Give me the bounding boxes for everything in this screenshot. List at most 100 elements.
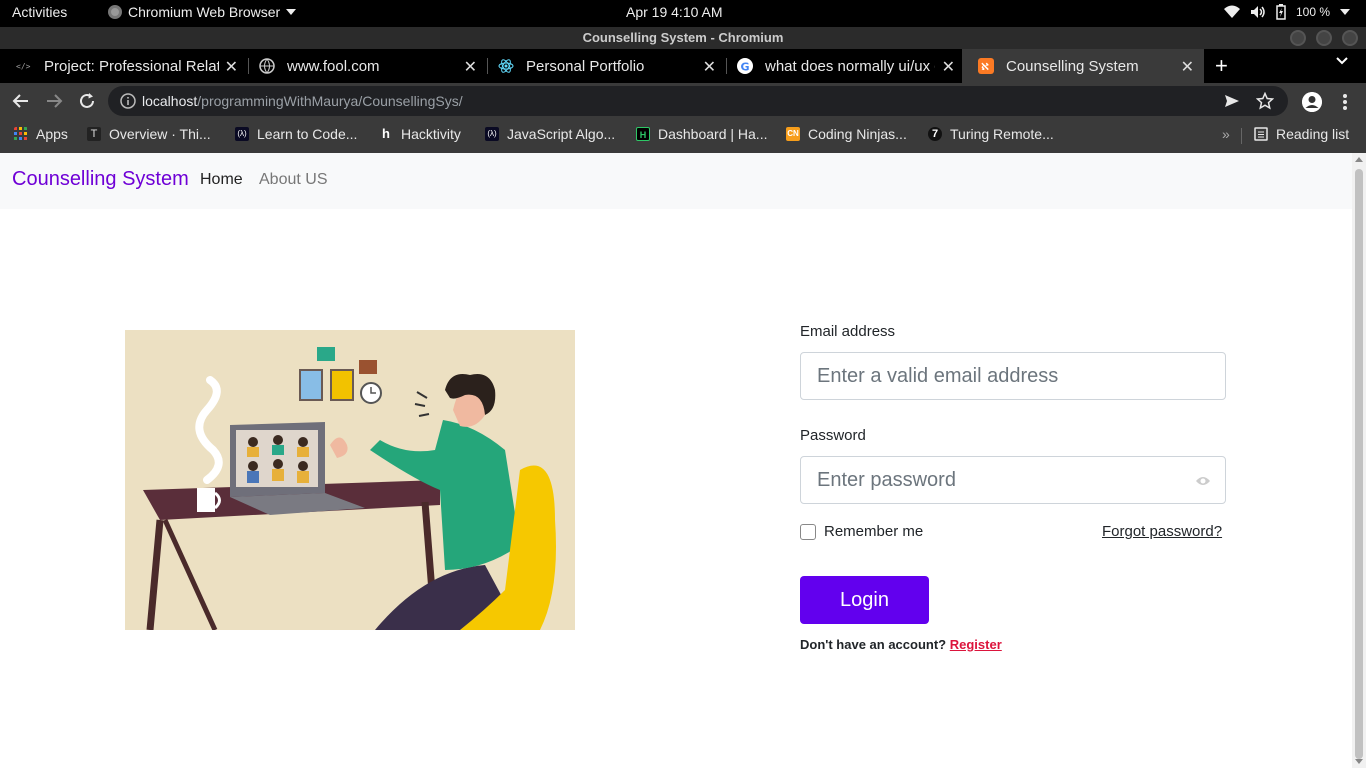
caret-down-icon [286,9,297,15]
close-window-button[interactable] [1342,30,1358,46]
svg-text:G: G [741,61,750,74]
reading-list-icon [1254,127,1268,141]
tab-fool[interactable]: www.fool.com ✕ [243,49,488,83]
bookmark-label: Dashboard | Ha... [658,126,768,142]
t-logo-icon: T [87,127,101,141]
bookmark-learn-to-code[interactable]: (λ) Learn to Code... [235,126,357,142]
xampp-icon: ℵ [978,58,994,74]
scroll-down-arrow-icon[interactable] [1355,759,1363,764]
reading-list-button[interactable]: Reading list [1254,126,1349,142]
app-menu-label: Chromium Web Browser [128,4,281,20]
url-host: localhost [142,93,198,109]
email-input[interactable]: Enter a valid email address [800,352,1226,400]
battery-icon [1276,4,1286,20]
forgot-password-link[interactable]: Forgot password? [1102,523,1222,540]
system-tray[interactable]: 100 % [1223,4,1350,20]
video-call-illustration [143,347,556,630]
bookmark-label: JavaScript Algo... [507,126,616,142]
close-tab-icon[interactable]: ✕ [703,57,716,77]
svg-text:ℵ: ℵ [981,62,989,73]
tab-project[interactable]: </> Project: Professional Relati ✕ [0,49,249,83]
tab-counselling-system[interactable]: ℵ Counselling System ✕ [962,49,1204,83]
code-icon: </> [16,62,31,71]
tab-label: Project: Professional Relati [44,57,219,75]
forward-icon[interactable] [45,92,63,110]
app-menu[interactable]: Chromium Web Browser [108,4,297,20]
nav-about-link[interactable]: About US [259,171,327,189]
freecodecamp-icon: (λ) [485,127,499,141]
signup-prompt-text: Don't have an account? [800,637,947,652]
password-label: Password [800,427,866,444]
tab-search-icon[interactable] [1336,57,1348,65]
bookmark-hacktivity[interactable]: h Hacktivity [379,126,461,142]
url-text: localhost/programmingWithMaurya/Counsell… [142,93,463,109]
bookmark-dashboard[interactable]: H Dashboard | Ha... [636,126,767,142]
system-top-bar: Activities Chromium Web Browser Apr 19 4… [0,0,1366,27]
nav-home-link[interactable]: Home [200,171,243,189]
email-placeholder: Enter a valid email address [817,365,1059,387]
new-tab-button[interactable]: + [1215,53,1228,79]
bookmark-label: Coding Ninjas... [808,126,907,142]
url-path: /programmingWithMaurya/CounsellingSys/ [197,93,463,109]
bookmark-label: Overview · Thi... [109,126,211,142]
maximize-button[interactable] [1316,30,1332,46]
profile-avatar-icon[interactable] [1302,92,1322,112]
bookmark-label: Turing Remote... [950,126,1054,142]
clock[interactable]: Apr 19 4:10 AM [626,4,723,20]
scroll-up-arrow-icon[interactable] [1355,157,1363,162]
bookmarks-divider [1241,128,1242,144]
bookmark-apps[interactable]: Apps [14,126,68,142]
info-icon[interactable] [120,93,136,109]
more-bookmarks-button[interactable]: » [1222,126,1230,142]
volume-icon [1250,6,1265,18]
react-icon [498,59,514,73]
bookmark-overview[interactable]: T Overview · Thi... [87,126,211,142]
close-tab-icon[interactable]: ✕ [464,57,477,77]
activities-button[interactable]: Activities [12,4,67,20]
register-link[interactable]: Register [950,637,1002,652]
hackerrank-icon: H [636,127,650,141]
battery-percent: 100 % [1295,5,1330,19]
page-scrollbar[interactable] [1352,153,1366,768]
remember-me-label[interactable]: Remember me [824,523,923,540]
bookmarks-bar: Apps T Overview · Thi... (λ) Learn to Co… [0,119,1366,153]
bookmark-javascript-algo[interactable]: (λ) JavaScript Algo... [485,126,615,142]
reload-icon[interactable] [78,92,96,110]
window-title-bar[interactable]: Counselling System - Chromium [0,27,1366,49]
svg-text:</>: </> [16,62,31,71]
window-title: Counselling System - Chromium [582,30,784,45]
browser-menu-icon[interactable] [1342,93,1348,111]
bookmark-star-icon[interactable] [1256,92,1274,110]
password-placeholder: Enter password [817,469,956,491]
password-input[interactable]: Enter password [800,456,1226,504]
tab-label: what does normally ui/ux d [765,57,935,75]
google-icon: G [737,58,753,74]
freecodecamp-icon: (λ) [235,127,249,141]
globe-icon [259,58,275,74]
window-controls [1290,30,1358,46]
tab-google-search[interactable]: G what does normally ui/ux d ✕ [721,49,965,83]
send-tab-icon[interactable] [1224,93,1240,109]
email-label: Email address [800,323,896,340]
remember-me-checkbox[interactable] [800,524,816,540]
tab-portfolio[interactable]: Personal Portfolio ✕ [482,49,727,83]
tab-label: Counselling System [1006,57,1139,75]
scrollbar-thumb[interactable] [1355,169,1363,759]
counselling-illustration [125,330,575,630]
login-button[interactable]: Login [800,576,929,624]
close-tab-icon[interactable]: ✕ [225,57,238,77]
close-tab-icon[interactable]: ✕ [942,57,955,77]
show-password-icon[interactable] [1195,475,1211,487]
site-navbar: Counselling System Home About US [0,153,1352,209]
address-bar[interactable]: localhost/programmingWithMaurya/Counsell… [108,86,1288,116]
bookmark-turing[interactable]: 7 Turing Remote... [928,126,1054,142]
site-brand[interactable]: Counselling System [12,168,189,191]
browser-toolbar: localhost/programmingWithMaurya/Counsell… [0,83,1366,119]
tab-label: www.fool.com [287,57,380,75]
bookmark-coding-ninjas[interactable]: CN Coding Ninjas... [786,126,907,142]
back-icon[interactable] [12,92,30,110]
reading-list-label: Reading list [1276,126,1350,142]
close-tab-icon[interactable]: ✕ [1181,57,1194,77]
minimize-button[interactable] [1290,30,1306,46]
caret-down-icon [1340,9,1350,15]
